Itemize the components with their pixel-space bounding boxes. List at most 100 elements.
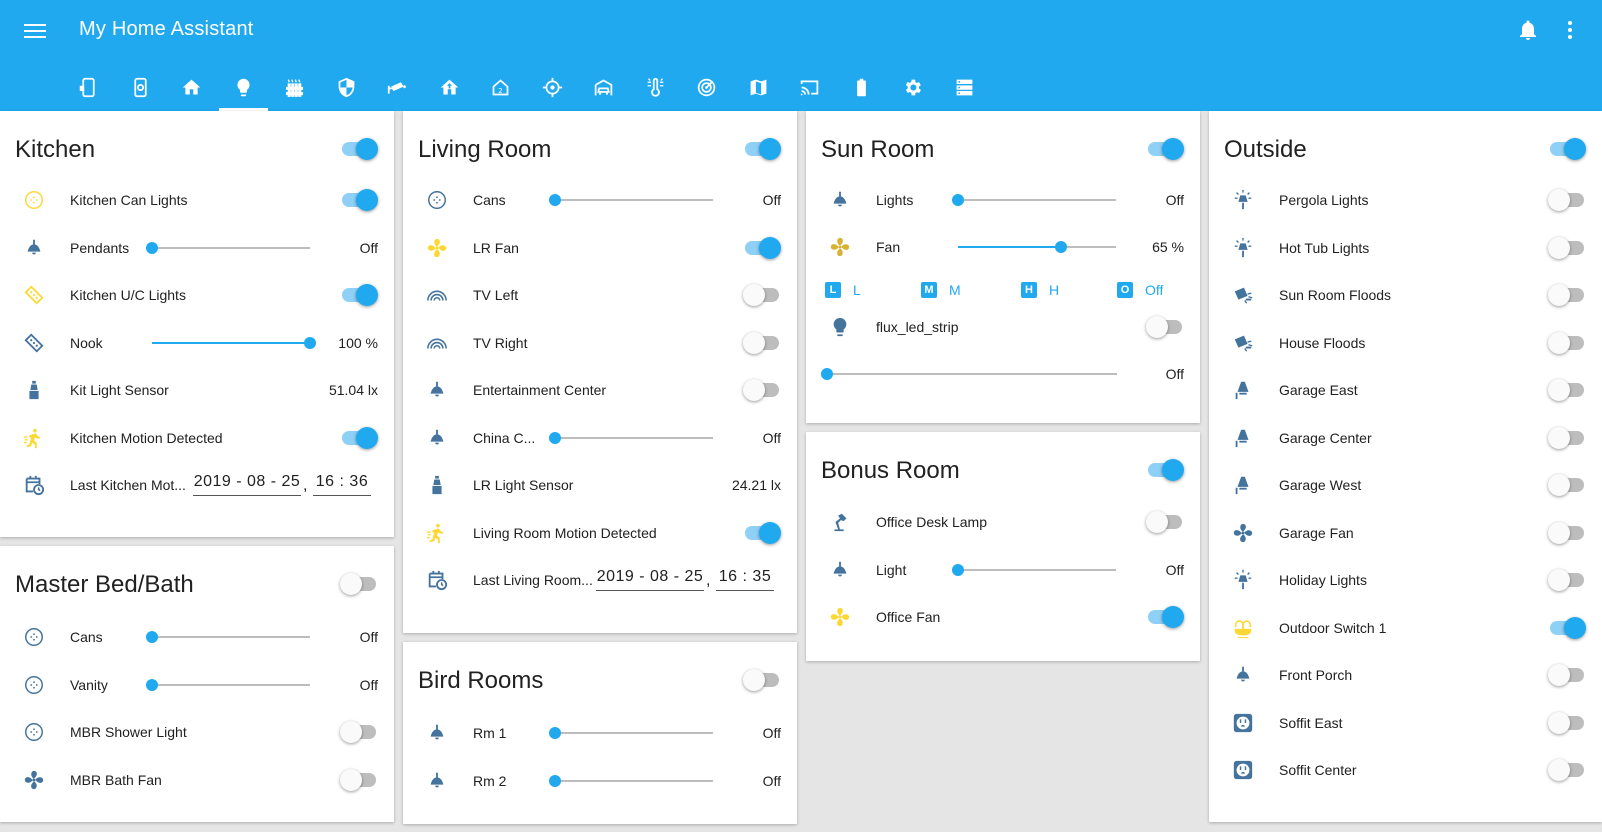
power-socket-icon[interactable] — [1231, 758, 1255, 782]
tab-thermometer-lines[interactable] — [630, 64, 682, 111]
tab-battery[interactable] — [836, 64, 888, 111]
entity-name[interactable]: Soffit Center — [1279, 762, 1357, 778]
ceiling-light-icon[interactable] — [828, 188, 852, 212]
outdoor-lamp-icon[interactable] — [1231, 188, 1255, 212]
outdoor-lamp-icon[interactable] — [1231, 568, 1255, 592]
entity-name[interactable]: Holiday Lights — [1279, 572, 1367, 588]
arc-light-icon[interactable] — [425, 283, 449, 307]
fan-icon[interactable] — [828, 605, 852, 629]
entity-name[interactable]: Garage West — [1279, 477, 1361, 493]
brightness-slider[interactable] — [549, 190, 713, 210]
tab-lightbulb[interactable] — [218, 64, 270, 111]
tab-tablet-gear[interactable] — [115, 64, 167, 111]
wall-sconce-icon[interactable] — [1231, 378, 1255, 402]
light-sensor-icon[interactable] — [425, 473, 449, 497]
recessed-light-icon[interactable] — [425, 188, 449, 212]
entity-toggle[interactable] — [340, 768, 378, 792]
entity-name[interactable]: Nook — [70, 335, 103, 351]
brightness-slider[interactable] — [146, 238, 310, 258]
entity-name[interactable]: LR Fan — [473, 240, 519, 256]
power-socket-icon[interactable] — [1231, 711, 1255, 735]
entity-name[interactable]: TV Right — [473, 335, 527, 351]
motion-sensor-icon[interactable] — [22, 426, 46, 450]
entity-toggle[interactable] — [743, 378, 781, 402]
entity-name[interactable]: flux_led_strip — [876, 319, 959, 335]
date-input[interactable]: 2019 - 08 - 25 — [193, 473, 301, 496]
entity-toggle[interactable] — [1548, 426, 1586, 450]
entity-toggle[interactable] — [1548, 616, 1586, 640]
desk-lamp-icon[interactable] — [828, 510, 852, 534]
tab-radiator[interactable] — [269, 64, 321, 111]
entity-name[interactable]: Living Room Motion Detected — [473, 525, 657, 541]
brightness-slider[interactable] — [152, 333, 316, 353]
tab-home[interactable] — [166, 64, 218, 111]
tab-server[interactable] — [939, 64, 991, 111]
bonus-master-toggle[interactable] — [1146, 458, 1184, 482]
flux-brightness-slider[interactable] — [821, 364, 1117, 384]
tab-home-2[interactable]: 2 — [475, 64, 527, 111]
entity-toggle[interactable] — [1146, 510, 1184, 534]
entity-name[interactable]: Vanity — [70, 677, 108, 693]
led-strip-icon[interactable] — [22, 331, 46, 355]
more-vertical-icon[interactable] — [1558, 18, 1582, 42]
bird-master-toggle[interactable] — [743, 668, 781, 692]
entity-name[interactable]: Soffit East — [1279, 715, 1343, 731]
ceiling-light-icon[interactable] — [828, 558, 852, 582]
entity-name[interactable]: Sun Room Floods — [1279, 287, 1391, 303]
calendar-clock-icon[interactable] — [425, 568, 449, 592]
entity-name[interactable]: Entertainment Center — [473, 382, 606, 398]
led-strip-icon[interactable] — [22, 283, 46, 307]
recessed-light-icon[interactable] — [22, 673, 46, 697]
entity-toggle[interactable] — [1146, 605, 1184, 629]
entity-name[interactable]: LR Light Sensor — [473, 477, 573, 493]
tab-settings[interactable] — [887, 64, 939, 111]
tab-tablet[interactable] — [63, 64, 115, 111]
entity-name[interactable]: Rm 1 — [473, 725, 506, 741]
entity-name[interactable]: Lights — [876, 192, 913, 208]
entity-toggle[interactable] — [743, 521, 781, 545]
entity-name[interactable]: China C... — [473, 430, 535, 446]
entity-toggle[interactable] — [340, 426, 378, 450]
entity-toggle[interactable] — [1548, 236, 1586, 260]
lightbulb-icon[interactable] — [828, 315, 852, 339]
wall-sconce-icon[interactable] — [1231, 473, 1255, 497]
brightness-slider[interactable] — [952, 190, 1116, 210]
entity-name[interactable]: Pergola Lights — [1279, 192, 1369, 208]
ceiling-light-icon[interactable] — [425, 378, 449, 402]
entity-toggle[interactable] — [1548, 188, 1586, 212]
entity-toggle[interactable] — [340, 283, 378, 307]
entity-name[interactable]: Pendants — [70, 240, 129, 256]
brightness-slider[interactable] — [952, 560, 1116, 580]
entity-name[interactable]: Kit Light Sensor — [70, 382, 169, 398]
wall-sconce-icon[interactable] — [1231, 426, 1255, 450]
brightness-slider[interactable] — [549, 428, 713, 448]
entity-toggle[interactable] — [1548, 663, 1586, 687]
fan-icon[interactable] — [1231, 521, 1255, 545]
kitchen-master-toggle[interactable] — [340, 137, 378, 161]
ceiling-light-icon[interactable] — [425, 721, 449, 745]
entity-toggle[interactable] — [743, 236, 781, 260]
entity-name[interactable]: Hot Tub Lights — [1279, 240, 1369, 256]
entity-name[interactable]: Garage East — [1279, 382, 1358, 398]
entity-name[interactable]: Outdoor Switch 1 — [1279, 620, 1386, 636]
entity-name[interactable]: Garage Center — [1279, 430, 1372, 446]
entity-toggle[interactable] — [1548, 568, 1586, 592]
entity-name[interactable]: Last Living Room... — [473, 572, 593, 588]
tab-map[interactable] — [733, 64, 785, 111]
entity-toggle[interactable] — [340, 720, 378, 744]
tab-crosshairs[interactable] — [527, 64, 579, 111]
entity-toggle[interactable] — [1548, 378, 1586, 402]
fountain-icon[interactable] — [1231, 616, 1255, 640]
entity-name[interactable]: Fan — [876, 239, 900, 255]
entity-toggle[interactable] — [1146, 315, 1184, 339]
outdoor-lamp-icon[interactable] — [1231, 236, 1255, 260]
entity-name[interactable]: Kitchen U/C Lights — [70, 287, 186, 303]
entity-toggle[interactable] — [1548, 521, 1586, 545]
fan-icon[interactable] — [22, 768, 46, 792]
entity-name[interactable]: Cans — [473, 192, 506, 208]
tab-cctv[interactable] — [372, 64, 424, 111]
entity-name[interactable]: Kitchen Motion Detected — [70, 430, 223, 446]
tab-shield[interactable] — [321, 64, 373, 111]
brightness-slider[interactable] — [958, 237, 1116, 257]
bell-icon[interactable] — [1516, 18, 1540, 42]
